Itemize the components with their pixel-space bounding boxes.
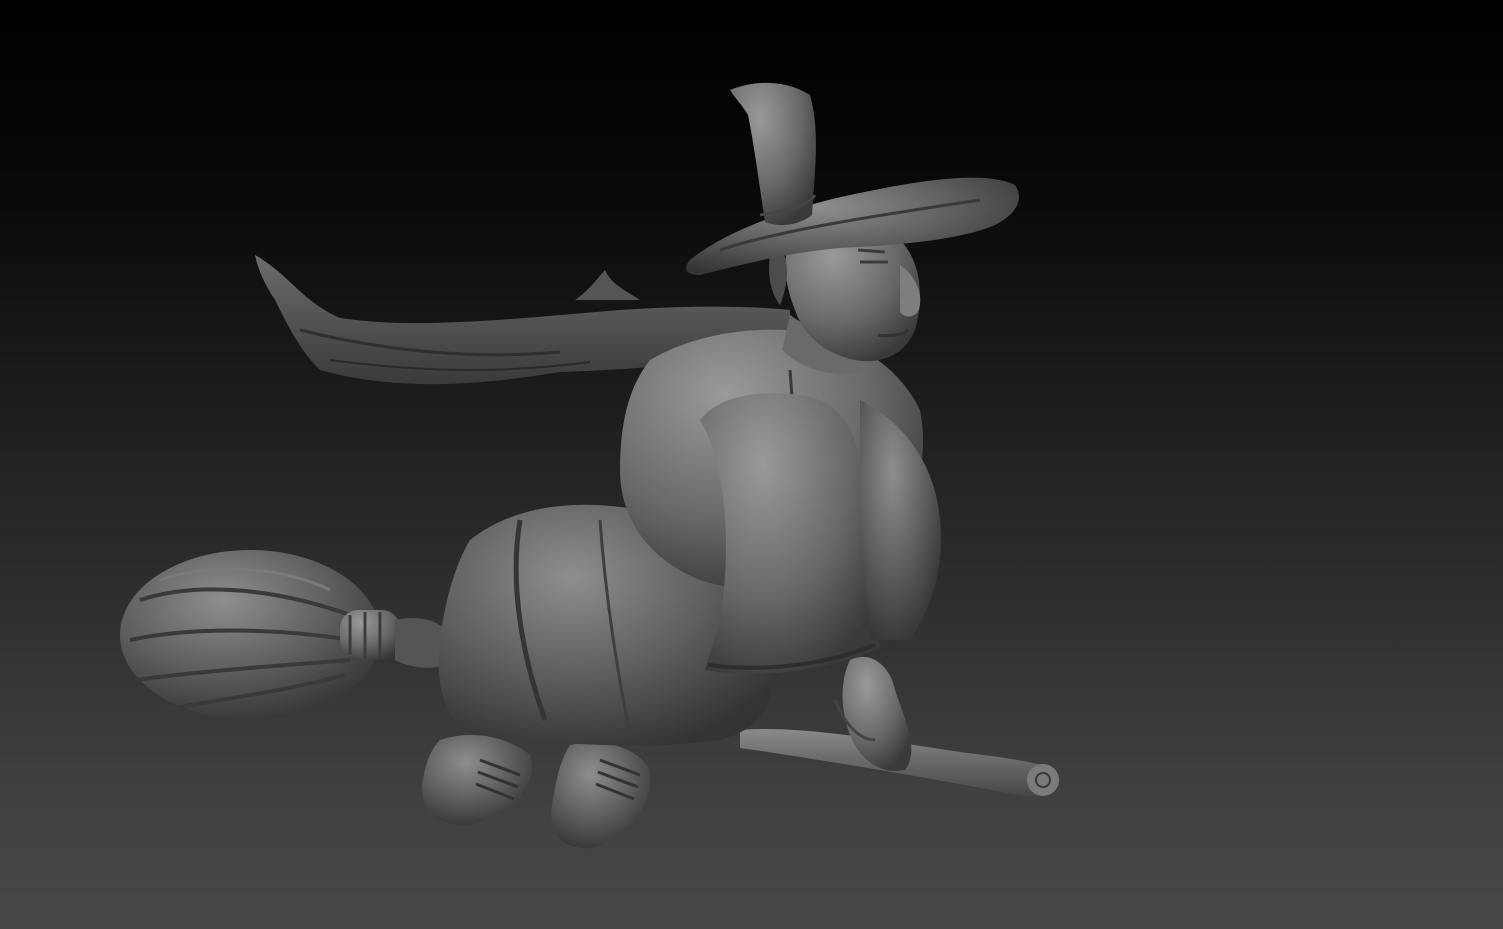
boots [421,735,651,849]
sculpt-viewport[interactable] [0,0,1503,929]
witch-sculpt [120,82,1059,849]
arm-sleeve [700,393,941,674]
broom-bristles [120,550,450,720]
witch-hat [686,82,1019,275]
